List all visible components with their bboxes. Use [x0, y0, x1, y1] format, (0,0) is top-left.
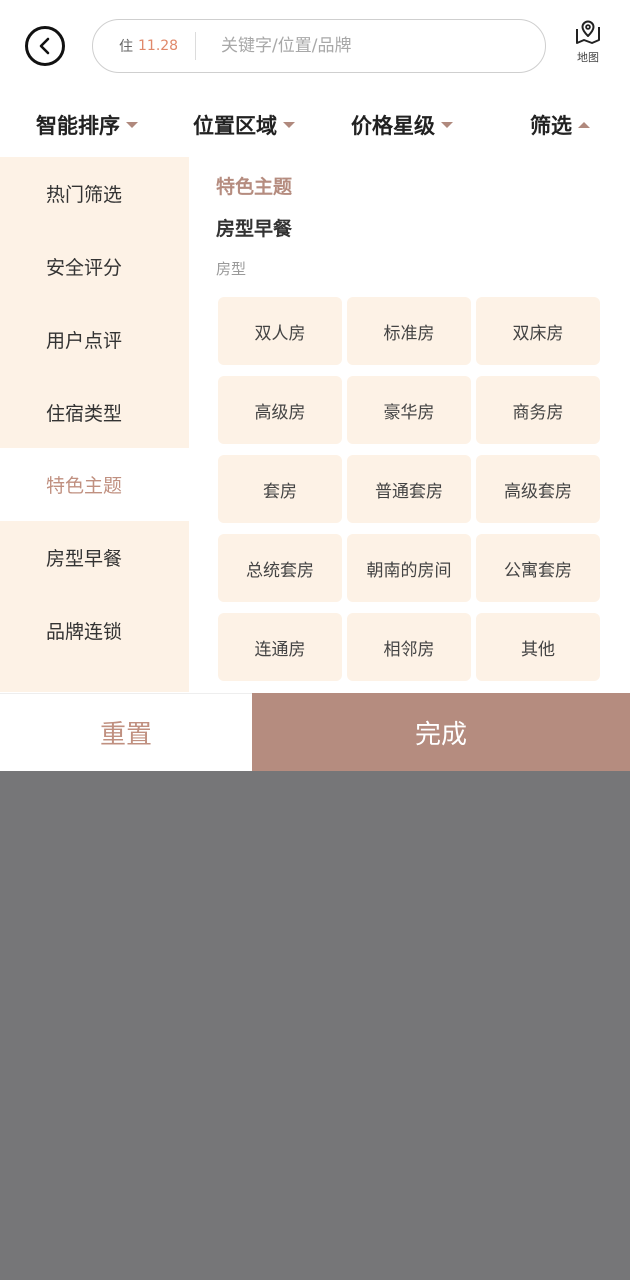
category-brand-chain[interactable]: 品牌连锁 — [0, 594, 189, 667]
done-button[interactable]: 完成 — [252, 693, 630, 771]
category-stay-type[interactable]: 住宿类型 — [0, 376, 189, 449]
room-type-tags: 双人房 标准房 双床房 高级房 豪华房 商务房 套房 普通套房 高级套房 总统套… — [218, 297, 603, 681]
tag-option[interactable]: 普通套房 — [347, 455, 471, 523]
tag-option[interactable]: 商务房 — [476, 376, 600, 444]
tab-price-star[interactable]: 价格星级 — [351, 100, 453, 150]
tab-label: 位置区域 — [193, 114, 277, 138]
tag-option[interactable]: 总统套房 — [218, 534, 342, 602]
caret-down-icon — [126, 122, 138, 128]
category-user-reviews[interactable]: 用户点评 — [0, 303, 189, 376]
sort-bar: 智能排序 位置区域 价格星级 筛选 — [0, 100, 630, 152]
tag-option[interactable]: 朝南的房间 — [347, 534, 471, 602]
map-button[interactable]: 地图 — [566, 20, 610, 74]
room-type-label: 房型 — [216, 260, 247, 278]
tag-option[interactable]: 高级房 — [218, 376, 342, 444]
category-list: 热门筛选 安全评分 用户点评 住宿类型 特色主题 房型早餐 品牌连锁 — [0, 157, 189, 692]
category-safety-score[interactable]: 安全评分 — [0, 230, 189, 303]
category-theme[interactable]: 特色主题 — [0, 448, 189, 521]
dim-overlay[interactable] — [0, 771, 630, 1280]
tab-location[interactable]: 位置区域 — [193, 100, 295, 150]
caret-up-icon — [578, 122, 590, 128]
category-hot-filter[interactable]: 热门筛选 — [0, 157, 189, 230]
tag-option[interactable]: 高级套房 — [476, 455, 600, 523]
tag-option[interactable]: 标准房 — [347, 297, 471, 365]
search-bar[interactable]: 住 11.28 — [92, 19, 546, 73]
tag-option[interactable]: 双人房 — [218, 297, 342, 365]
tab-label: 价格星级 — [351, 114, 435, 138]
checkin-date[interactable]: 住 11.28 — [119, 20, 178, 71]
tag-option[interactable]: 公寓套房 — [476, 534, 600, 602]
tag-option[interactable]: 连通房 — [218, 613, 342, 681]
map-pin-icon — [576, 20, 600, 44]
back-button[interactable] — [25, 26, 65, 66]
tab-filter[interactable]: 筛选 — [530, 100, 590, 150]
caret-down-icon — [441, 122, 453, 128]
chevron-left-icon — [39, 37, 50, 55]
search-divider — [195, 32, 196, 60]
checkin-date-value: 11.28 — [138, 37, 179, 54]
tab-label: 筛选 — [530, 114, 572, 138]
caret-down-icon — [283, 122, 295, 128]
tag-option[interactable]: 套房 — [218, 455, 342, 523]
tag-option[interactable]: 双床房 — [476, 297, 600, 365]
tab-smart-sort[interactable]: 智能排序 — [36, 100, 138, 150]
search-input[interactable] — [221, 30, 521, 62]
section-title: 特色主题 — [216, 176, 293, 198]
tag-option[interactable]: 相邻房 — [347, 613, 471, 681]
map-label: 地图 — [577, 51, 599, 64]
reset-button[interactable]: 重置 — [0, 693, 252, 771]
filter-panel: 住 11.28 地图 智能排序 位置区域 价格星级 筛选 — [0, 0, 630, 771]
section-title-room-breakfast: 房型早餐 — [216, 218, 293, 240]
tag-option[interactable]: 豪华房 — [347, 376, 471, 444]
tag-option[interactable]: 其他 — [476, 613, 600, 681]
tab-label: 智能排序 — [36, 114, 120, 138]
checkin-label: 住 — [119, 38, 133, 55]
category-room-breakfast[interactable]: 房型早餐 — [0, 521, 189, 594]
